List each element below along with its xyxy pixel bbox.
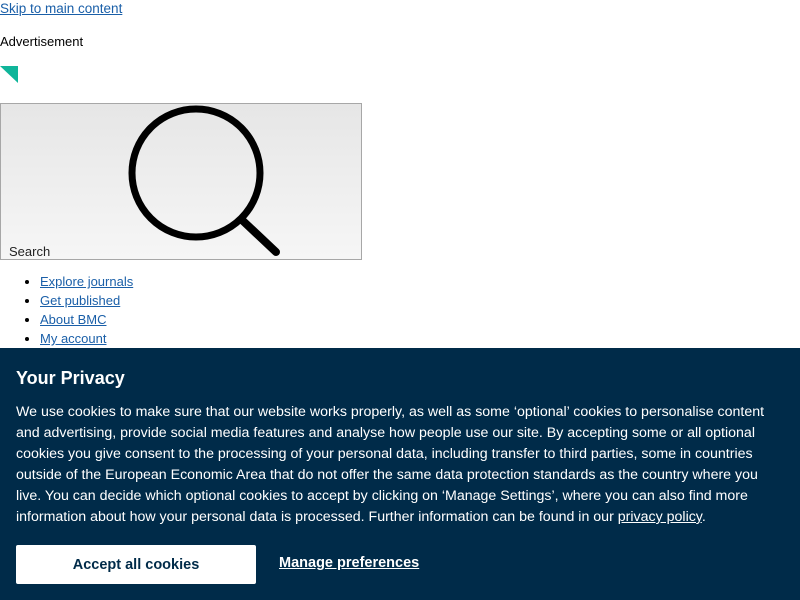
cookie-banner-title: Your Privacy [16, 368, 125, 388]
get-published-link[interactable]: Get published [40, 293, 120, 308]
nav-item-get-published: Get published [40, 291, 133, 310]
accept-all-cookies-button[interactable]: Accept all cookies [16, 545, 256, 584]
main-nav: Explore journals Get published About BMC… [0, 272, 133, 348]
cookie-body-end: . [701, 509, 706, 525]
privacy-policy-link[interactable]: privacy policy [618, 509, 702, 525]
manage-preferences-link[interactable]: Manage preferences [279, 555, 419, 571]
skip-to-main-content-link[interactable]: Skip to main content [0, 1, 122, 16]
cookie-consent-banner: Your Privacy We use cookies to make sure… [0, 348, 800, 600]
search-label: Search [9, 244, 51, 259]
about-bmc-link[interactable]: About BMC [40, 312, 106, 327]
cookie-body-text: We use cookies to make sure that our web… [16, 404, 765, 525]
nav-item-explore-journals: Explore journals [40, 272, 133, 291]
explore-journals-link[interactable]: Explore journals [40, 274, 133, 289]
my-account-link[interactable]: My account [40, 331, 106, 346]
advertisement-label: Advertisement [0, 34, 84, 49]
search-button[interactable]: Search [0, 103, 362, 260]
nav-item-my-account: My account [40, 329, 133, 348]
search-icon [128, 105, 280, 256]
cookie-banner-text: We use cookies to make sure that our web… [16, 402, 786, 528]
advertisement-marker-icon [0, 66, 18, 83]
nav-item-about-bmc: About BMC [40, 310, 133, 329]
